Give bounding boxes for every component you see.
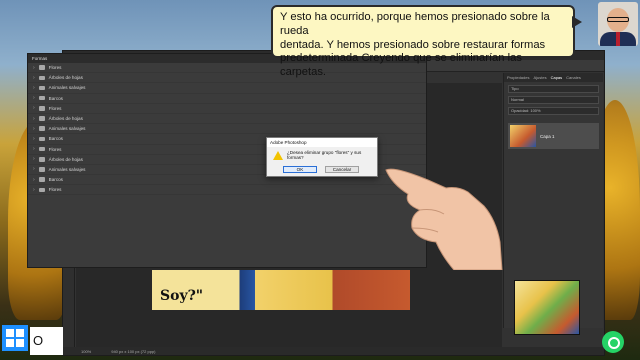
shape-group-label: Árboles de hojas: [48, 75, 83, 81]
folder-icon: [38, 106, 45, 111]
folder-icon: [38, 116, 45, 121]
chevron-right-icon[interactable]: ›: [33, 95, 35, 101]
folder-icon: [38, 187, 45, 193]
speech-bubble-tail: [572, 16, 582, 28]
shape-group-label: Barcos: [48, 177, 63, 183]
folder-icon: [38, 167, 45, 172]
chevron-right-icon[interactable]: ›: [33, 146, 35, 152]
shape-group-label: Árboles de hojas: [48, 116, 83, 122]
shape-group-label: Flores: [48, 65, 62, 71]
folder-icon: [38, 146, 45, 152]
chevron-right-icon[interactable]: ›: [33, 187, 35, 193]
speech-bubble: Y esto ha ocurrido, porque hemos presion…: [271, 5, 575, 78]
shape-group-row[interactable]: › Flores: [28, 185, 426, 196]
shape-group-label: Animales salvajes: [48, 166, 86, 172]
folder-icon: [38, 95, 45, 101]
dialog-message: ¿Desea eliminar grupo "flores" y sus for…: [287, 150, 362, 160]
shape-group-row[interactable]: › Animales salvajes: [28, 83, 426, 94]
whatsapp-icon: [602, 331, 624, 353]
shape-group-label: Árboles de hojas: [48, 156, 83, 162]
shape-group-row[interactable]: › Animales salvajes: [28, 124, 426, 135]
pointing-hand-icon: [385, 168, 503, 270]
folder-icon: [38, 126, 45, 131]
blend-mode-select[interactable]: Normal: [508, 96, 599, 104]
shape-group-label: Animales salvajes: [48, 85, 86, 91]
layer-row[interactable]: Capa 1: [508, 123, 599, 149]
comic-speech-text: Soy?": [160, 288, 204, 304]
shape-group-label: Animales salvajes: [48, 126, 86, 132]
shape-group-row[interactable]: › Flores: [28, 104, 426, 114]
chevron-right-icon[interactable]: ›: [33, 105, 35, 111]
warning-icon: [273, 150, 283, 160]
shape-group-label: Barcos: [48, 95, 63, 101]
chevron-right-icon[interactable]: ›: [33, 166, 35, 172]
cancel-button[interactable]: Cancelar: [325, 166, 359, 173]
chevron-right-icon[interactable]: ›: [33, 136, 35, 142]
shape-group-label: Flores: [48, 187, 62, 193]
folder-icon: [38, 157, 45, 162]
chevron-right-icon[interactable]: ›: [33, 177, 35, 183]
shape-group-label: Flores: [48, 146, 62, 152]
delete-group-dialog: Adobe Photoshop ¿Desea eliminar grupo "f…: [266, 137, 378, 177]
tab-channels[interactable]: Canales: [566, 75, 581, 80]
chevron-right-icon[interactable]: ›: [33, 75, 35, 81]
folder-icon: [38, 85, 45, 91]
windows-logo-icon: [2, 325, 28, 351]
layer-name: Capa 1: [540, 133, 555, 139]
document-size: 940 px x 100 px (72 ppp): [111, 349, 156, 354]
presenter-avatar: [598, 2, 638, 46]
bubble-line: predeterminada Creyendo que se eliminarí…: [280, 52, 522, 79]
ok-button[interactable]: OK: [283, 166, 317, 173]
chevron-right-icon[interactable]: ›: [33, 156, 35, 162]
folder-icon: [38, 177, 45, 182]
chevron-right-icon[interactable]: ›: [33, 65, 35, 71]
dialog-title: Adobe Photoshop: [267, 138, 377, 147]
chevron-right-icon[interactable]: ›: [33, 85, 35, 91]
shape-group-row[interactable]: › Barcos: [28, 94, 426, 104]
navigator-thumbnail: [514, 280, 580, 335]
partial-caption: O Esc: [30, 327, 63, 355]
status-bar: 100% 940 px x 100 px (72 ppp): [63, 347, 604, 355]
bubble-line: Y esto ha ocurrido, porque hemos presion…: [280, 11, 550, 37]
chevron-right-icon[interactable]: ›: [33, 116, 35, 122]
shape-group-label: Barcos: [48, 136, 63, 142]
folder-icon: [38, 136, 45, 142]
folder-icon: [38, 65, 45, 70]
layer-thumbnail: [510, 125, 536, 147]
chevron-right-icon[interactable]: ›: [33, 126, 35, 132]
opacity-field[interactable]: Opacidad: 100%: [508, 107, 599, 115]
shape-group-label: Flores: [48, 105, 62, 111]
layer-filter-select[interactable]: Tipo: [508, 85, 599, 93]
shape-group-row[interactable]: › Árboles de hojas: [28, 114, 426, 125]
zoom-level[interactable]: 100%: [81, 349, 91, 354]
bubble-line: dentada. Y hemos presionado sobre restau…: [280, 38, 546, 51]
folder-icon: [38, 75, 45, 81]
